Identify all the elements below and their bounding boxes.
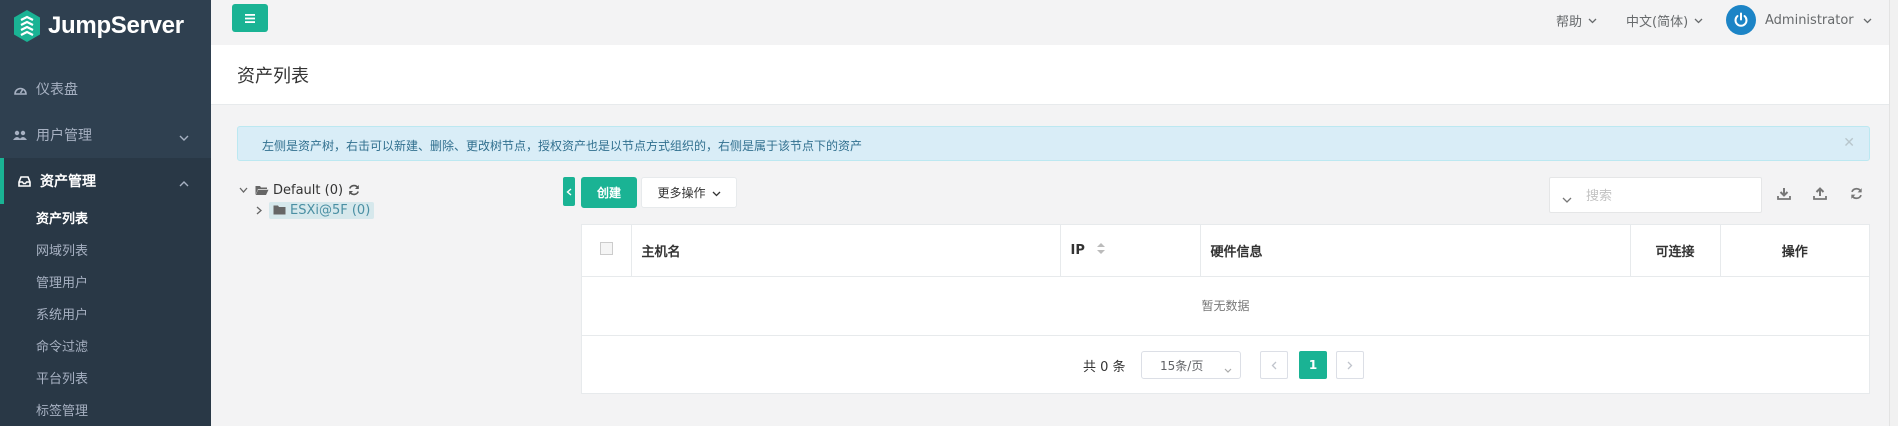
help-menu[interactable]: 帮助 [1556,0,1597,40]
chevron-right-icon [1347,361,1353,369]
language-menu[interactable]: 中文(简体) [1626,0,1703,40]
inbox-icon [16,175,32,187]
toggle-sidebar-button[interactable] [232,4,268,32]
folder-icon [273,205,286,215]
collapse-caret-icon[interactable] [237,187,249,193]
sidebar-item-dashboard[interactable]: 仪表盘 [0,66,211,112]
tree-node-root: Default (0) [237,180,557,200]
table-row: 暂无数据 [582,276,1869,336]
chevron-left-icon [566,187,572,196]
sidebar: JumpServer 仪表盘 用户管理 资产管理 资产列表 网域列表 管理用户 … [0,0,211,426]
submenu-platform-list[interactable]: 平台列表 [0,364,211,396]
total-count: 共 0 条 [1083,360,1126,375]
more-actions-label: 更多操作 [657,186,706,200]
language-label: 中文(简体) [1626,14,1689,30]
sort-icon[interactable] [1097,242,1106,258]
chevron-down-icon[interactable] [1562,192,1572,207]
chevron-down-icon [1588,13,1597,28]
page-size-value: 15条/页 [1160,358,1204,373]
alert-text: 左侧是资产树，右击可以新建、删除、更改树节点，授权资产也是以节点方式组织的，右侧… [262,139,863,153]
next-page-button[interactable] [1336,351,1364,379]
prev-page-button[interactable] [1260,351,1288,379]
tree-node-child: ESXi@5F (0) [253,200,557,220]
chevron-down-icon [1694,13,1703,28]
sidebar-submenu: 资产列表 网域列表 管理用户 系统用户 命令过滤 平台列表 标签管理 [0,204,211,426]
logo[interactable]: JumpServer [0,0,211,52]
tree-node-selected[interactable]: ESXi@5F (0) [269,201,375,219]
folder-open-icon [255,185,269,196]
username: Administrator [1765,12,1854,28]
submenu-admin-users[interactable]: 管理用户 [0,268,211,300]
chevron-down-icon [1224,362,1232,376]
search-input[interactable] [1586,184,1756,208]
sidebar-item-label: 用户管理 [36,128,92,144]
power-icon [1734,12,1748,27]
expand-caret-icon[interactable] [253,206,265,215]
dashboard-icon [12,84,28,95]
empty-text: 暂无数据 [582,276,1869,336]
column-hostname[interactable]: 主机名 [631,225,1061,277]
sidebar-item-label: 仪表盘 [36,82,78,98]
create-button[interactable]: 创建 [581,177,637,208]
hamburger-icon [245,13,255,23]
more-actions-button[interactable]: 更多操作 [641,177,737,208]
column-ip-label: IP [1070,242,1085,258]
collapse-tree-button[interactable] [563,177,575,206]
search-box [1549,177,1762,213]
page-scrollbar[interactable] [1889,0,1898,426]
asset-tree: Default (0) ESXi@5F (0) [237,180,557,220]
chevron-down-icon [712,186,721,200]
page-number[interactable]: 1 [1299,351,1327,379]
refresh-icon[interactable] [1846,183,1866,203]
jumpserver-logo-icon [14,10,40,42]
chevron-down-icon [1863,13,1872,28]
select-all-header [582,225,632,277]
sidebar-item-label: 资产管理 [40,174,96,190]
sidebar-item-users[interactable]: 用户管理 [0,112,211,158]
logo-text: JumpServer [48,12,184,39]
submenu-asset-list[interactable]: 资产列表 [0,204,211,236]
tree-node-label[interactable]: Default (0) [273,183,343,198]
table-header-row: 主机名 IP 硬件信息 可连接 操作 [582,225,1869,277]
submenu-label-management[interactable]: 标签管理 [0,396,211,426]
user-menu[interactable]: Administrator [1726,0,1872,40]
submenu-command-filter[interactable]: 命令过滤 [0,332,211,364]
close-icon[interactable]: ✕ [1843,135,1855,151]
import-icon[interactable] [1810,183,1830,203]
page-size-select[interactable]: 15条/页 [1141,351,1241,379]
sidebar-item-assets[interactable]: 资产管理 [0,158,211,204]
topbar: 帮助 中文(简体) Administrator [211,0,1898,45]
column-hardware[interactable]: 硬件信息 [1200,225,1631,277]
column-ip[interactable]: IP [1060,225,1201,277]
submenu-system-users[interactable]: 系统用户 [0,300,211,332]
page-heading: 资产列表 [211,45,1898,105]
pagination: 共 0 条 15条/页 1 [582,336,1869,394]
select-all-checkbox[interactable] [599,241,613,255]
help-label: 帮助 [1556,14,1583,30]
page-title: 资产列表 [237,66,309,87]
info-alert: 左侧是资产树，右击可以新建、删除、更改树节点，授权资产也是以节点方式组织的，右侧… [237,126,1870,161]
users-icon [12,130,28,141]
chevron-up-icon [179,175,189,191]
avatar [1726,5,1756,35]
column-connectivity: 可连接 [1630,225,1721,277]
submenu-domain-list[interactable]: 网域列表 [0,236,211,268]
asset-table: 主机名 IP 硬件信息 可连接 操作 暂无数据 共 0 条 15条/页 1 [581,224,1870,394]
export-icon[interactable] [1774,183,1794,203]
refresh-tree-icon[interactable] [348,184,360,196]
tree-node-label: ESXi@5F (0) [290,202,371,218]
chevron-down-icon [179,129,189,145]
chevron-left-icon [1271,361,1277,369]
column-actions: 操作 [1720,225,1869,277]
